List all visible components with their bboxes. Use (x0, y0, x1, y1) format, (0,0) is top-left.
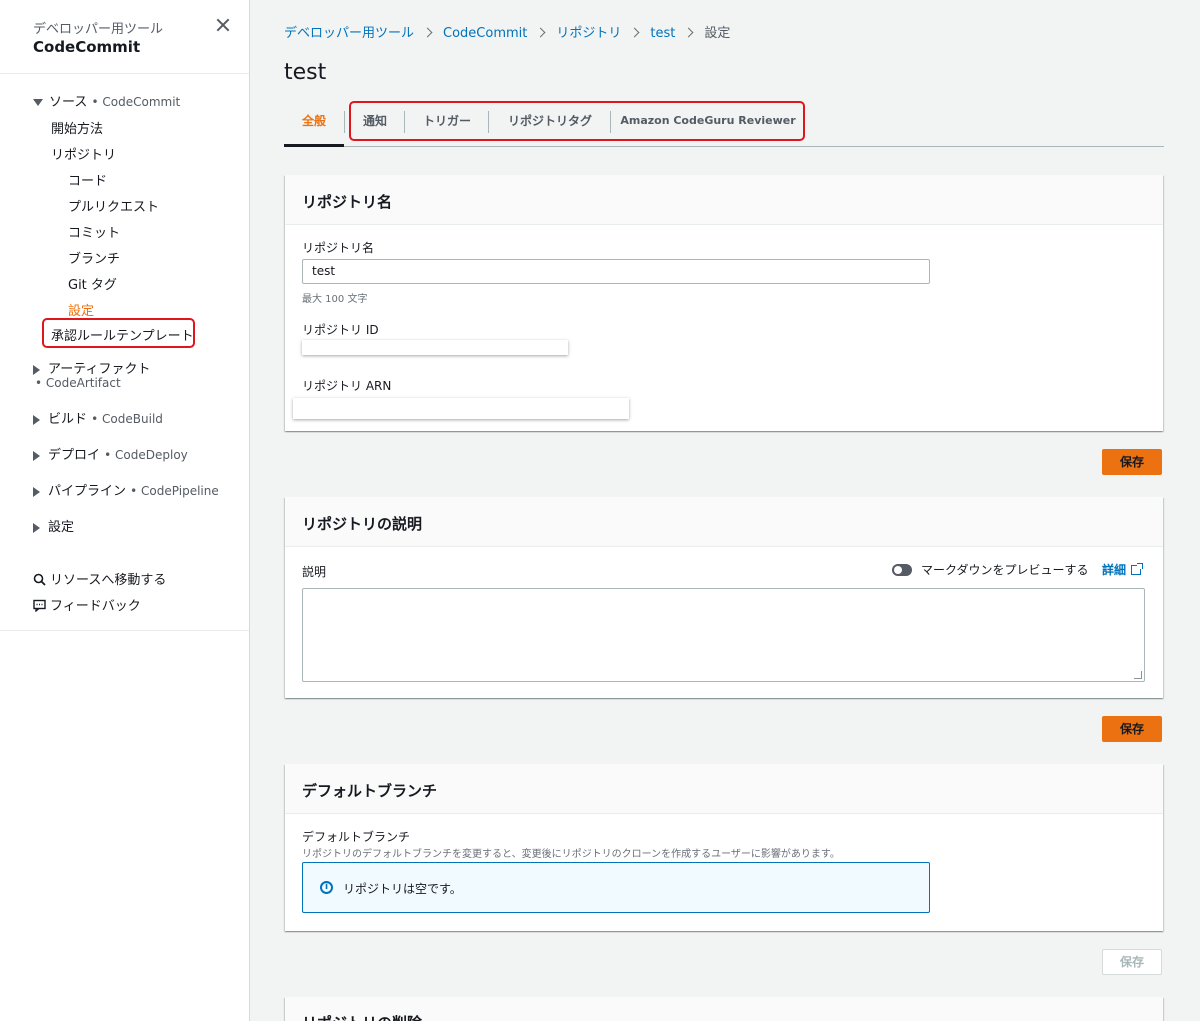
nav-section-settings[interactable]: 設定 (33, 516, 74, 535)
nav-item-commits[interactable]: コミット (68, 222, 120, 241)
sidebar-super-title: デベロッパー用ツール (33, 22, 164, 37)
nav-item-getting-started[interactable]: 開始方法 (51, 118, 103, 137)
nav-section-artifact-service: • CodeArtifact (35, 376, 121, 391)
nav-section-settings-label: 設定 (48, 520, 75, 535)
search-icon (33, 573, 46, 586)
panel-heading: リポジトリの説明 (285, 497, 1163, 547)
panel-heading: リポジトリ名 (285, 175, 1163, 225)
save-button[interactable]: 保存 (1102, 716, 1162, 742)
save-button-disabled[interactable]: 保存 (1102, 949, 1162, 975)
goto-resource-link[interactable]: リソースへ移動する (33, 569, 166, 588)
repository-name-hint: 最大 100 文字 (302, 294, 368, 305)
nav-section-build-label: ビルド (48, 412, 88, 427)
breadcrumb: デベロッパー用ツール CodeCommit リポジトリ test 設定 (284, 22, 730, 41)
sidebar-divider (0, 630, 249, 631)
redacted-repository-id (302, 340, 568, 355)
external-link-icon (1131, 563, 1144, 575)
delete-repository-panel: リポジトリの削除 (285, 997, 1163, 1021)
repository-id-label: リポジトリ ID (302, 323, 379, 337)
default-branch-hint: リポジトリのデフォルトブランチを変更すると、変更後にリポジトリのクローンを作成す… (302, 849, 840, 860)
tab-divider (344, 111, 345, 133)
caret-right-icon (33, 450, 40, 461)
nav-section-deploy-label: デプロイ (48, 448, 101, 463)
nav-section-build[interactable]: ビルド • CodeBuild (33, 408, 163, 427)
default-branch-panel: デフォルトブランチ デフォルトブランチ リポジトリのデフォルトブランチを変更する… (285, 764, 1163, 931)
details-link-label: 詳細 (1102, 563, 1127, 577)
nav-item-pull-requests[interactable]: プルリクエスト (68, 196, 159, 215)
markdown-preview-label: マークダウンをプレビューする (921, 563, 1089, 577)
chevron-right-icon (422, 27, 433, 38)
caret-right-icon (33, 486, 40, 497)
tab-general[interactable]: 全般 (284, 103, 344, 141)
sidebar-title[interactable]: CodeCommit (33, 38, 140, 56)
chevron-right-icon (683, 27, 694, 38)
nav-section-pipeline-label: パイプライン (48, 484, 127, 499)
nav-item-approval-templates[interactable]: 承認ルールテンプレート (51, 325, 194, 344)
repository-name-input[interactable]: test (302, 259, 930, 284)
resize-handle-icon[interactable] (1134, 671, 1142, 679)
nav-section-artifact[interactable]: アーティファクト (33, 358, 150, 377)
details-link[interactable]: 詳細 (1102, 561, 1144, 578)
redacted-repository-arn (293, 398, 629, 419)
breadcrumb-current: 設定 (704, 26, 731, 41)
breadcrumb-item-repositories[interactable]: リポジトリ (556, 26, 621, 41)
repository-description-panel: リポジトリの説明 説明 マークダウンをプレビューする 詳細 (285, 497, 1163, 698)
feedback-icon (33, 599, 46, 613)
empty-repository-message: リポジトリは空です。 (343, 882, 462, 896)
feedback-link[interactable]: フィードバック (33, 595, 141, 614)
sidebar-header: デベロッパー用ツール CodeCommit (0, 0, 249, 74)
info-icon: i (320, 881, 333, 894)
breadcrumb-item-devtools[interactable]: デベロッパー用ツール (284, 26, 414, 41)
nav-section-build-service: • CodeBuild (91, 412, 163, 426)
caret-down-icon (33, 99, 43, 106)
breadcrumb-item-repo[interactable]: test (650, 26, 675, 41)
description-label: 説明 (302, 565, 327, 579)
nav-section-deploy-service: • CodeDeploy (104, 448, 188, 462)
nav-section-artifact-label: アーティファクト (48, 362, 151, 377)
caret-right-icon (33, 414, 40, 425)
nav-section-pipeline-service: • CodePipeline (130, 484, 219, 498)
nav-section-source-service: • CodeCommit (91, 95, 181, 109)
markdown-preview-toggle[interactable] (892, 564, 912, 576)
feedback-label: フィードバック (50, 599, 141, 614)
save-button[interactable]: 保存 (1102, 449, 1162, 475)
nav-item-code[interactable]: コード (68, 170, 107, 189)
chevron-right-icon (629, 27, 640, 38)
goto-resource-label: リソースへ移動する (50, 573, 167, 588)
nav-item-git-tags[interactable]: Git タグ (68, 274, 117, 293)
page-title: test (284, 60, 327, 85)
side-navigation: デベロッパー用ツール CodeCommit ソース • CodeCommit 開… (0, 0, 250, 1021)
nav-item-branches[interactable]: ブランチ (68, 248, 120, 267)
nav-section-source[interactable]: ソース • CodeCommit (33, 91, 180, 110)
active-tab-indicator (284, 144, 344, 147)
highlight-box-tabs (349, 101, 805, 141)
empty-repository-alert: i リポジトリは空です。 (302, 862, 930, 913)
breadcrumb-item-codecommit[interactable]: CodeCommit (443, 26, 527, 41)
description-textarea[interactable] (302, 588, 1145, 682)
repository-name-panel: リポジトリ名 リポジトリ名 test 最大 100 文字 リポジトリ ID リポ… (285, 175, 1163, 431)
nav-section-pipeline[interactable]: パイプライン • CodePipeline (33, 480, 219, 499)
repository-name-label: リポジトリ名 (302, 241, 375, 255)
default-branch-label: デフォルトブランチ (302, 830, 411, 844)
panel-heading: リポジトリの削除 (285, 997, 1163, 1021)
repository-arn-label: リポジトリ ARN (302, 379, 392, 393)
caret-right-icon (33, 522, 40, 533)
chevron-right-icon (535, 27, 546, 38)
nav-section-artifact-service-text: • CodeArtifact (35, 376, 121, 390)
nav-section-source-label: ソース (49, 95, 88, 110)
close-icon[interactable] (214, 16, 232, 34)
nav-item-repositories[interactable]: リポジトリ (51, 144, 116, 163)
panel-heading: デフォルトブランチ (285, 764, 1163, 814)
caret-right-icon (33, 364, 40, 375)
nav-section-deploy[interactable]: デプロイ • CodeDeploy (33, 444, 188, 463)
nav-item-settings[interactable]: 設定 (68, 300, 94, 319)
